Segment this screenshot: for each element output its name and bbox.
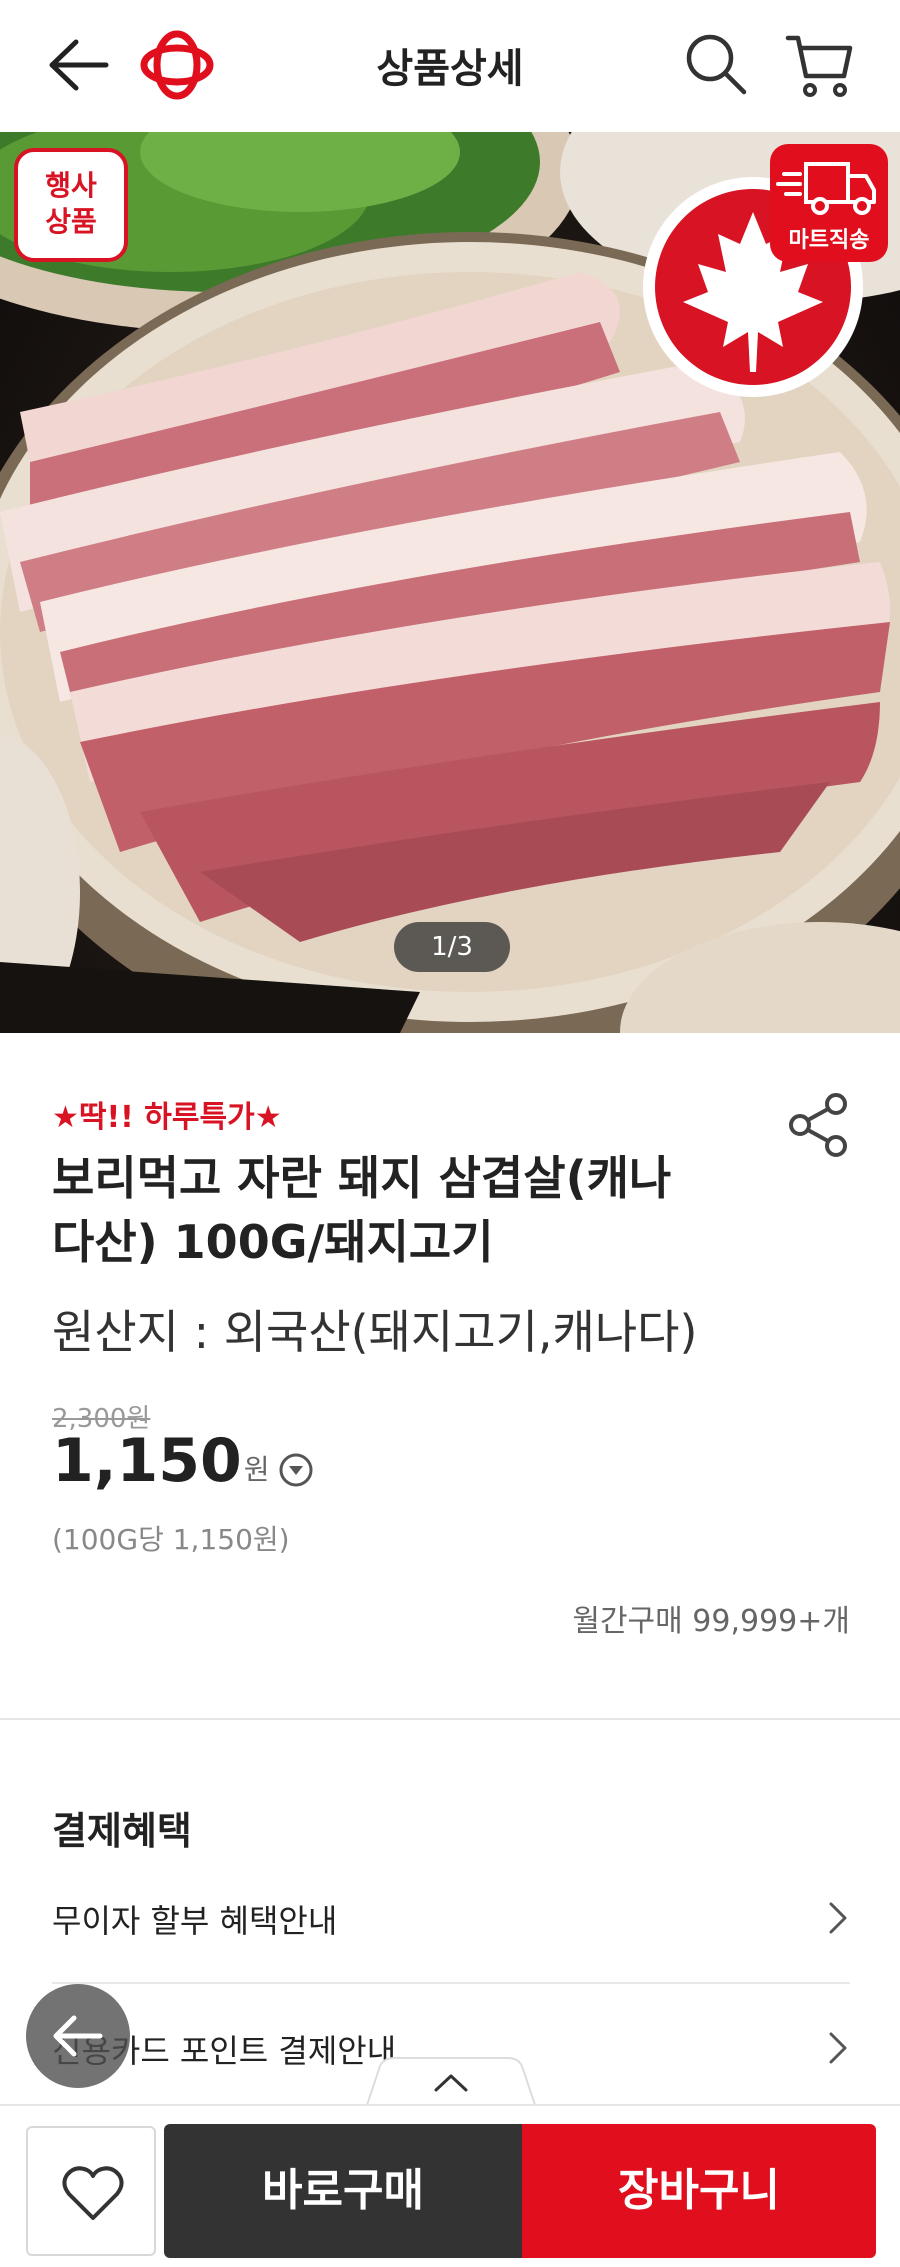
mart-direct-label: 마트직송 (788, 228, 870, 253)
bottom-action-bar: 바로구매 장바구니 (0, 2104, 900, 2267)
price-row: 1,150원 (52, 1426, 314, 1496)
product-name-line2: 다산) 100G/돼지고기 (52, 1215, 494, 1269)
wishlist-button[interactable] (26, 2126, 156, 2256)
buy-now-button[interactable]: 바로구매 (164, 2124, 522, 2258)
chevron-right-icon (826, 1898, 850, 1938)
list-divider (52, 1982, 850, 1984)
collapse-toggle[interactable] (364, 2056, 538, 2109)
arrow-left-icon (53, 2015, 103, 2057)
sale-price: 1,150 (52, 1426, 242, 1496)
product-name-line1: 보리먹고 자란 돼지 삼겹살(캐나 (52, 1151, 672, 1205)
event-badge-line1: 행사 (45, 169, 97, 202)
chevron-right-icon (826, 2028, 850, 2068)
heart-icon (62, 2166, 124, 2220)
origin-text: 원산지 : 외국산(돼지고기,캐나다) (52, 1305, 698, 1359)
image-pager: 1/3 (394, 922, 510, 972)
floating-back-button[interactable] (26, 1984, 130, 2088)
currency-label: 원 (243, 1453, 270, 1486)
event-badge-line2: 상품 (45, 205, 97, 238)
page-title: 상품상세 (376, 46, 524, 92)
section-divider (0, 1718, 900, 1720)
promo-label: ★딱!! 하루특가★ (52, 1100, 282, 1135)
delivery-truck-icon (776, 162, 876, 215)
benefit-item-label: 무이자 할부 혜택안내 (52, 1902, 338, 1940)
app-header: 상품상세 (0, 0, 900, 132)
payment-benefits-title: 결제혜택 (52, 1809, 192, 1853)
unit-price: (100G당 1,150원) (52, 1523, 290, 1556)
cart-icon[interactable] (784, 30, 854, 100)
price-dropdown-icon[interactable] (278, 1452, 314, 1488)
product-image-carousel[interactable]: 행사 상품 마트직송 1/3 (0, 132, 900, 1033)
monthly-purchase-count: 월간구매 99,999+개 (572, 1604, 850, 1639)
product-name: 보리먹고 자란 돼지 삼겹살(캐나 다산) 100G/돼지고기 (52, 1146, 732, 1274)
benefit-item-installment[interactable]: 무이자 할부 혜택안내 (52, 1870, 850, 1966)
mart-direct-delivery-badge: 마트직송 (770, 144, 888, 262)
search-icon[interactable] (684, 32, 748, 96)
add-to-cart-button[interactable]: 장바구니 (522, 2124, 876, 2258)
share-icon[interactable] (786, 1092, 852, 1158)
event-product-badge: 행사 상품 (14, 148, 128, 262)
